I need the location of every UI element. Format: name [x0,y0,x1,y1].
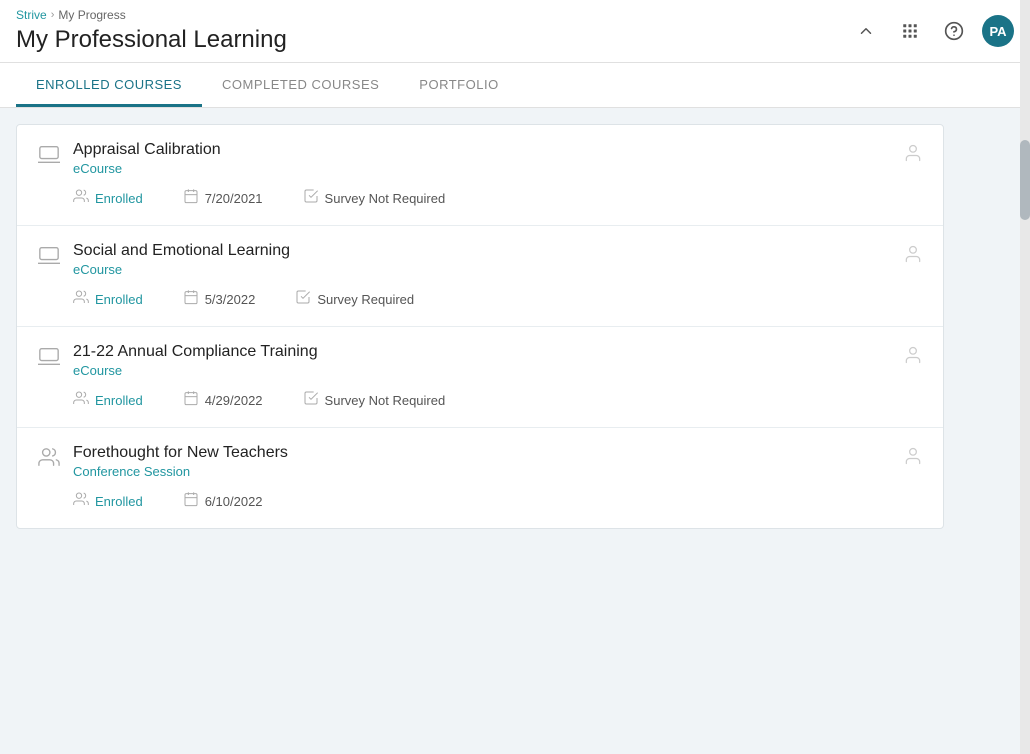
course-type: eCourse [73,161,221,176]
page-wrapper: Strive › My Progress My Professional Lea… [0,0,1030,754]
course-title[interactable]: 21-22 Annual Compliance Training [73,343,318,361]
enrolled-icon [73,491,89,512]
date-text: 4/29/2022 [205,393,263,408]
date-item: 4/29/2022 [183,390,263,411]
course-title[interactable]: Social and Emotional Learning [73,242,290,260]
calendar-icon [183,491,199,512]
course-details: Enrolled 6/10/2022 [37,491,923,512]
course-type: eCourse [73,363,318,378]
survey-icon [303,188,319,209]
course-title-block: Appraisal Calibration eCourse [73,141,221,176]
survey-item: Survey Not Required [303,188,446,209]
grid-menu-button[interactable] [894,15,926,47]
enrollment-status: Enrolled [73,289,143,310]
help-icon [944,21,964,41]
survey-text: Survey Not Required [325,393,446,408]
page-title: My Professional Learning [16,26,287,62]
laptop-icon [37,244,61,272]
tab-completed[interactable]: COMPLETED COURSES [202,63,399,107]
enrolled-icon [73,188,89,209]
course-item: Appraisal Calibration eCourse [17,125,943,226]
enrollment-status: Enrolled [73,188,143,209]
calendar-icon [183,188,199,209]
calendar-icon [183,289,199,310]
course-header: 21-22 Annual Compliance Training eCourse [37,343,923,378]
enrollment-text: Enrolled [95,191,143,206]
survey-item: Survey Not Required [303,390,446,411]
course-header-left: Appraisal Calibration eCourse [37,141,221,176]
laptop-icon [37,143,61,171]
date-text: 5/3/2022 [205,292,256,307]
course-title-block: Social and Emotional Learning eCourse [73,242,290,277]
course-item: 21-22 Annual Compliance Training eCourse [17,327,943,428]
person-icon[interactable] [903,446,923,472]
people-icon [37,446,61,474]
person-icon[interactable] [903,143,923,169]
breadcrumb: Strive › My Progress [16,8,287,22]
course-list: Appraisal Calibration eCourse [16,124,944,529]
course-header-left: Social and Emotional Learning eCourse [37,242,290,277]
collapse-button[interactable] [850,15,882,47]
course-type: Conference Session [73,464,288,479]
date-text: 6/10/2022 [205,494,263,509]
course-details: Enrolled 4/29/2022 [37,390,923,411]
grid-icon [901,22,919,40]
breadcrumb-current: My Progress [58,8,125,22]
survey-text: Survey Required [317,292,414,307]
course-title-block: 21-22 Annual Compliance Training eCourse [73,343,318,378]
course-header-left: Forethought for New Teachers Conference … [37,444,288,479]
course-header: Social and Emotional Learning eCourse [37,242,923,277]
person-icon[interactable] [903,244,923,270]
date-item: 5/3/2022 [183,289,256,310]
date-item: 6/10/2022 [183,491,263,512]
survey-text: Survey Not Required [325,191,446,206]
survey-icon [295,289,311,310]
course-item: Forethought for New Teachers Conference … [17,428,943,528]
course-details: Enrolled 5/3/2022 [37,289,923,310]
enrolled-icon [73,390,89,411]
course-title-block: Forethought for New Teachers Conference … [73,444,288,479]
survey-item: Survey Required [295,289,414,310]
avatar[interactable]: PA [982,15,1014,47]
enrollment-text: Enrolled [95,494,143,509]
help-button[interactable] [938,15,970,47]
laptop-icon [37,345,61,373]
course-details: Enrolled 7/20/2021 [37,188,923,209]
scrollbar-track [1020,0,1030,754]
enrollment-text: Enrolled [95,393,143,408]
calendar-icon [183,390,199,411]
breadcrumb-separator: › [51,9,55,21]
breadcrumb-parent[interactable]: Strive [16,8,47,22]
top-left: Strive › My Progress My Professional Lea… [16,8,287,62]
course-item: Social and Emotional Learning eCourse [17,226,943,327]
top-bar: Strive › My Progress My Professional Lea… [0,0,1030,63]
person-icon[interactable] [903,345,923,371]
tabs-bar: ENROLLED COURSES COMPLETED COURSES PORTF… [0,63,1030,108]
scrollbar-thumb[interactable] [1020,140,1030,220]
course-type: eCourse [73,262,290,277]
enrollment-status: Enrolled [73,390,143,411]
chevron-up-icon [857,22,875,40]
enrollment-status: Enrolled [73,491,143,512]
course-title[interactable]: Appraisal Calibration [73,141,221,159]
course-header: Appraisal Calibration eCourse [37,141,923,176]
enrolled-icon [73,289,89,310]
course-header: Forethought for New Teachers Conference … [37,444,923,479]
top-right-actions: PA [850,15,1014,55]
course-title[interactable]: Forethought for New Teachers [73,444,288,462]
date-text: 7/20/2021 [205,191,263,206]
main-content: Appraisal Calibration eCourse [0,108,960,545]
enrollment-text: Enrolled [95,292,143,307]
tab-portfolio[interactable]: PORTFOLIO [399,63,518,107]
tab-enrolled[interactable]: ENROLLED COURSES [16,63,202,107]
date-item: 7/20/2021 [183,188,263,209]
survey-icon [303,390,319,411]
course-header-left: 21-22 Annual Compliance Training eCourse [37,343,318,378]
